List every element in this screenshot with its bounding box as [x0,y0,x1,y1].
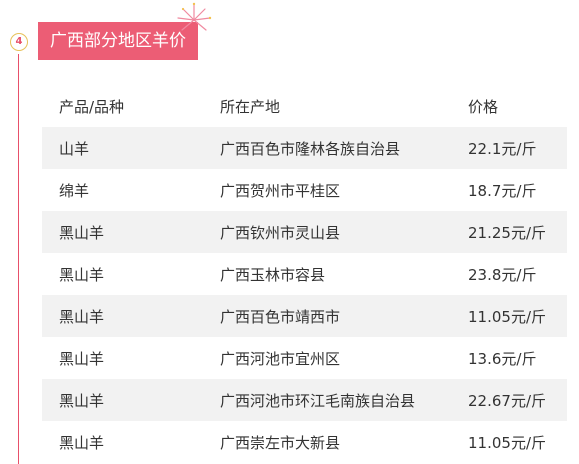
column-header-origin: 所在产地 [220,97,281,116]
table-header-row: 产品/品种 所在产地 价格 [42,85,567,127]
product-cell: 山羊 [42,127,220,169]
product-cell: 黑山羊 [42,211,220,253]
origin-cell: 广西百色市隆林各族自治县 [220,127,468,169]
table-row: 黑山羊 广西河池市环江毛南族自治县 22.67元/斤 [42,379,567,421]
price-cell: 18.7元/斤 [468,169,567,211]
column-header-product: 产品/品种 [59,97,125,116]
origin-cell: 广西河池市环江毛南族自治县 [220,379,468,421]
table-row: 黑山羊 广西河池市宜州区 13.6元/斤 [42,337,567,379]
product-cell: 绵羊 [42,169,220,211]
table-row: 黑山羊 广西百色市靖西市 11.05元/斤 [42,295,567,337]
price-table: 产品/品种 所在产地 价格 山羊 广西百色市隆林各族自治县 22.1元/斤 绵羊… [42,85,567,463]
product-cell: 黑山羊 [42,421,220,463]
price-cell: 23.8元/斤 [468,253,567,295]
price-cell: 22.1元/斤 [468,127,567,169]
origin-cell: 广西玉林市容县 [220,253,468,295]
product-cell: 黑山羊 [42,295,220,337]
table-row: 山羊 广西百色市隆林各族自治县 22.1元/斤 [42,127,567,169]
product-cell: 黑山羊 [42,337,220,379]
firework-sparkle-icon [177,2,212,31]
step-number-badge: 4 [10,33,28,51]
origin-cell: 广西崇左市大新县 [220,421,468,463]
origin-cell: 广西贺州市平桂区 [220,169,468,211]
product-cell: 黑山羊 [42,253,220,295]
table-row: 绵羊 广西贺州市平桂区 18.7元/斤 [42,169,567,211]
page: 4 广西部分地区羊价 产品/品种 所在产地 价格 山羊 广西百色市隆林各族自治县… [0,0,579,464]
price-cell: 11.05元/斤 [468,295,567,337]
origin-cell: 广西钦州市灵山县 [220,211,468,253]
price-cell: 13.6元/斤 [468,337,567,379]
column-header-price: 价格 [468,97,499,116]
origin-cell: 广西河池市宜州区 [220,337,468,379]
timeline-line [18,54,19,464]
table-row: 黑山羊 广西钦州市灵山县 21.25元/斤 [42,211,567,253]
price-cell: 11.05元/斤 [468,421,567,463]
origin-cell: 广西百色市靖西市 [220,295,468,337]
price-cell: 22.67元/斤 [468,379,567,421]
price-cell: 21.25元/斤 [468,211,567,253]
table-row: 黑山羊 广西崇左市大新县 11.05元/斤 [42,421,567,463]
table-row: 黑山羊 广西玉林市容县 23.8元/斤 [42,253,567,295]
product-cell: 黑山羊 [42,379,220,421]
